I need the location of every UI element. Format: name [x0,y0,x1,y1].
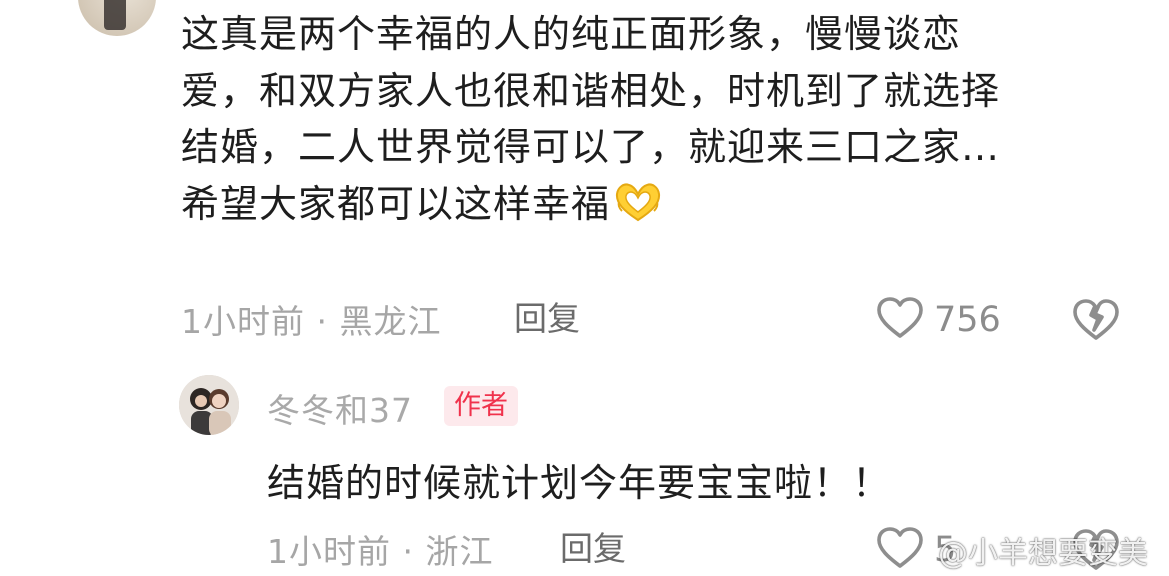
comment-body: 这真是两个幸福的人的纯正面形象，慢慢谈恋 爱，和双方家人也很和谐相处，时机到了就… [181,0,1141,238]
like-count: 756 [934,300,1001,340]
like-button[interactable]: 756 [876,296,1001,344]
comment-line-text: 希望大家都可以这样幸福 [181,181,611,226]
comment-line: 希望大家都可以这样幸福 [181,176,1141,239]
author-avatar[interactable] [179,375,239,435]
broken-heart-icon[interactable] [1072,298,1120,346]
author-name[interactable]: 冬冬和37 [267,384,413,432]
reply-meta: 1小时前 · 浙江 [267,526,493,572]
watermark: @小羊想要变美 [938,536,1148,571]
comment-meta: 1小时前 · 黑龙江 [181,296,441,342]
commenter-avatar[interactable] [78,0,156,36]
comment-line: 这真是两个幸福的人的纯正面形象，慢慢谈恋 [181,12,962,56]
reply-button[interactable]: 回复 [514,296,580,342]
author-badge: 作者 [444,386,518,426]
comment-time-location: 1小时前 · 黑龙江 [181,302,442,341]
heart-outline-icon [876,526,924,574]
reply-time-location: 1小时前 · 浙江 [267,532,494,571]
heart-outline-icon [876,296,924,344]
reply-body: 结婚的时候就计划今年要宝宝啦！！ [267,461,892,505]
comment-line: 结婚，二人世界觉得可以了，就迎来三口之家… [181,125,1001,169]
heart-hands-icon [614,181,662,239]
reply-button-2[interactable]: 回复 [560,526,626,572]
comment-line: 爱，和双方家人也很和谐相处，时机到了就选择 [181,68,1001,113]
avatar-figure [104,0,126,30]
